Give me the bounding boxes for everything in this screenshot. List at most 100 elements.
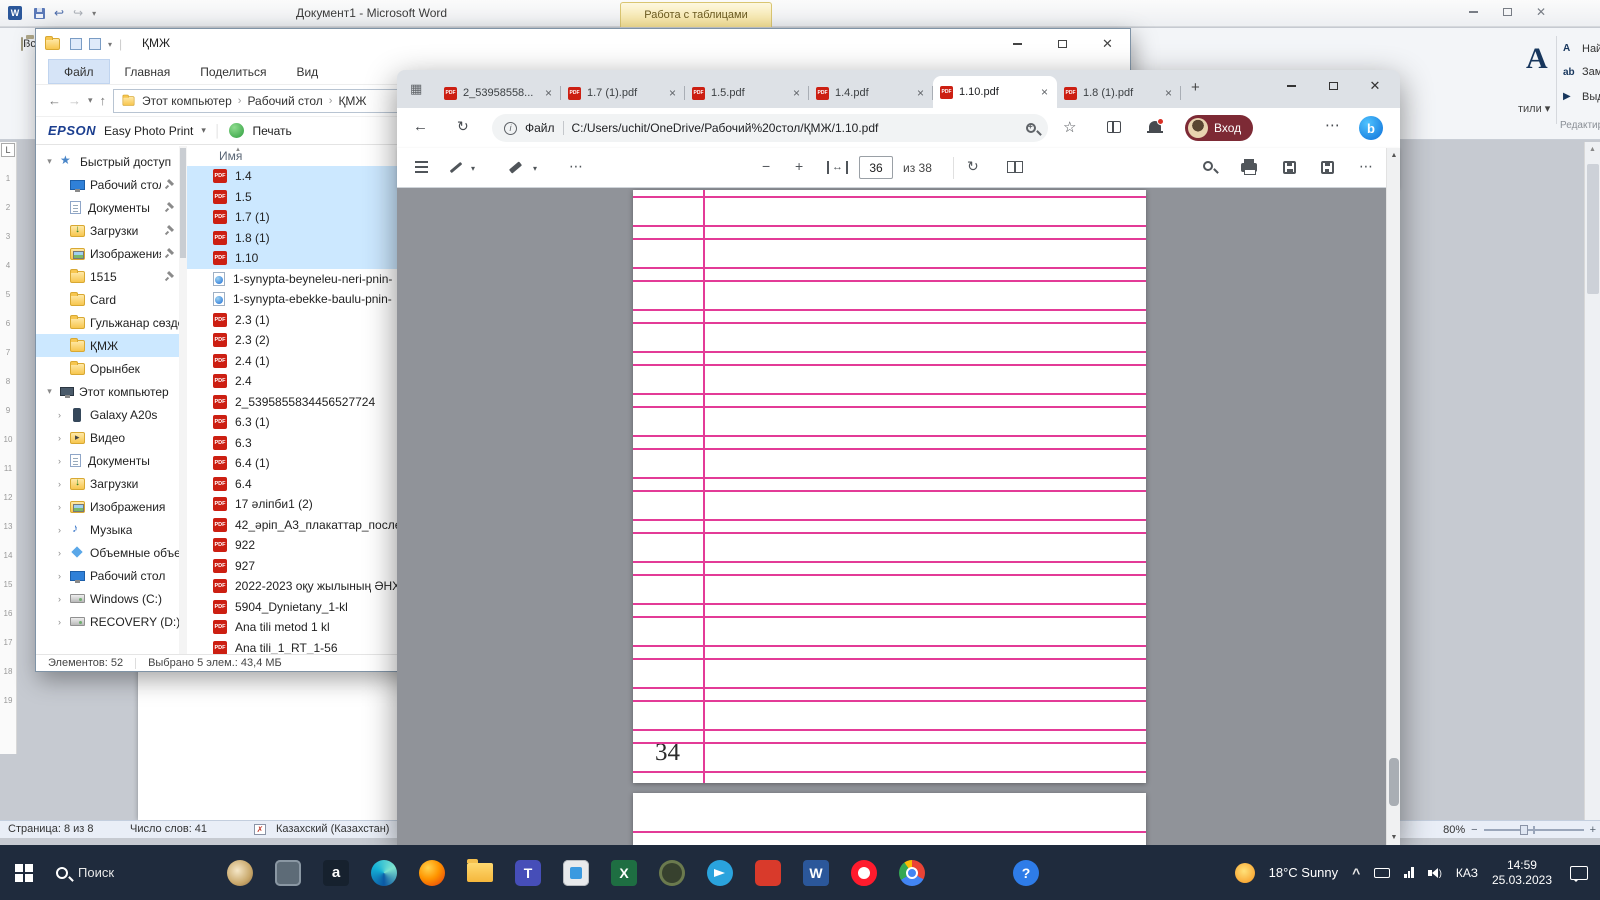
forward-icon[interactable]: → (68, 93, 81, 108)
sidebar-item[interactable]: Рабочий стол (36, 173, 187, 196)
settings-menu-icon[interactable]: ⋯ (1325, 116, 1341, 134)
word-scrollbar[interactable]: ▲ (1584, 142, 1600, 820)
hidden-icons-chevron[interactable]: ^ (1352, 865, 1360, 881)
info-icon[interactable]: i (504, 122, 517, 135)
start-button[interactable] (0, 845, 48, 900)
edge-minimize-button[interactable] (1270, 70, 1312, 102)
browser-tab[interactable]: 1.7 (1).pdf× (561, 78, 685, 108)
chevron-icon[interactable]: ▾ (44, 156, 55, 167)
fit-width-icon[interactable]: ↔ (827, 161, 848, 174)
clock[interactable]: 14:59 25.03.2023 (1492, 858, 1552, 888)
sidebar-item[interactable]: ›Музыка (36, 518, 187, 541)
save-as-icon[interactable] (1321, 161, 1334, 174)
word-maximize-button[interactable] (1492, 3, 1522, 21)
bing-icon[interactable]: b (1359, 116, 1383, 140)
weather-label[interactable]: 18°C Sunny (1269, 865, 1339, 880)
refresh-icon[interactable]: ↻ (457, 118, 469, 135)
browser-tab[interactable]: 1.4.pdf× (809, 78, 933, 108)
favorites-icon[interactable]: ☆ (1063, 118, 1076, 136)
sidebar-item[interactable]: Орынбек (36, 357, 187, 380)
shell-app-taskbar-button[interactable] (226, 853, 254, 893)
edge-browser-taskbar-button[interactable] (370, 853, 398, 893)
red-app-taskbar-button[interactable] (754, 853, 782, 893)
sidebar-item[interactable]: Гульжанар сөзде (36, 311, 187, 334)
word-taskbar-button[interactable]: W (802, 853, 830, 893)
collections-icon[interactable] (1107, 121, 1121, 133)
print-icon[interactable] (1241, 163, 1257, 172)
address-bar[interactable]: i Файл C:/Users/uchit/OneDrive/Рабочий%2… (492, 114, 1048, 142)
select-button[interactable]: ▶ Выделить ▾ (1563, 90, 1600, 103)
chevron-icon[interactable]: › (54, 456, 65, 466)
taskbar-search[interactable]: Поиск (48, 845, 134, 900)
scroll-up-icon[interactable]: ▲ (1387, 152, 1401, 159)
zoom-slider[interactable] (1484, 829, 1584, 831)
messenger-taskbar-button[interactable] (706, 853, 734, 893)
explorer-qat-icon[interactable] (89, 38, 101, 50)
word-scrollbar-thumb[interactable] (1587, 164, 1599, 294)
zoom-in-icon[interactable]: + (795, 158, 803, 174)
chevron-icon[interactable]: › (54, 479, 65, 489)
epson-product[interactable]: Easy Photo Print (104, 124, 193, 138)
tab-actions-icon[interactable]: ▦ (410, 81, 422, 97)
excel-taskbar-button[interactable]: X (610, 853, 638, 893)
sidebar-item[interactable]: ›Galaxy A20s (36, 403, 187, 426)
edge-maximize-button[interactable] (1312, 70, 1354, 102)
chevron-icon[interactable]: ▾ (44, 386, 55, 397)
replace-button[interactable]: ab Заменить (1563, 66, 1600, 78)
sidebar-scrollbar[interactable] (179, 146, 187, 654)
sidebar-item[interactable]: Изображения (36, 242, 187, 265)
file-explorer-taskbar-button[interactable] (466, 853, 494, 893)
more-options-icon[interactable]: ⋯ (1359, 158, 1374, 175)
up-icon[interactable]: ↑ (100, 93, 107, 108)
gray-app-taskbar-button[interactable] (274, 853, 302, 893)
breadcrumb-item[interactable]: Рабочий стол (247, 94, 322, 108)
sidebar-item[interactable]: 1515 (36, 265, 187, 288)
pdf-viewer[interactable]: 34 (397, 188, 1400, 845)
camera-app-taskbar-button[interactable] (658, 853, 686, 893)
explorer-titlebar[interactable]: ▾ | ҚМЖ ✕ (36, 29, 1130, 59)
word-minimize-button[interactable] (1458, 3, 1488, 21)
tab-close-icon[interactable]: × (915, 86, 926, 100)
menu-file[interactable]: Файл (48, 59, 110, 84)
sidebar-item[interactable]: ›Рабочий стол (36, 564, 187, 587)
sidebar-item[interactable]: ҚМЖ (36, 334, 187, 357)
history-dropdown-icon[interactable]: ▾ (88, 95, 93, 106)
search-icon[interactable] (1203, 161, 1213, 171)
redo-icon[interactable]: ↪ (73, 7, 83, 19)
browser-tab[interactable]: 1.5.pdf× (685, 78, 809, 108)
zoom-search-icon[interactable] (1026, 123, 1036, 133)
new-tab-button[interactable]: + (1191, 79, 1200, 96)
chevron-icon[interactable]: › (54, 525, 65, 535)
pen-dropdown-icon[interactable]: ▾ (471, 164, 475, 173)
photos-taskbar-button[interactable] (562, 853, 590, 893)
browser-tab[interactable]: 1.8 (1).pdf× (1057, 78, 1181, 108)
menu-share[interactable]: Поделиться (185, 59, 281, 84)
pdf-scrollbar[interactable]: ▲ ▼ (1386, 148, 1400, 845)
menu-view[interactable]: Вид (281, 59, 333, 84)
notifications-bell-icon[interactable] (1149, 121, 1161, 131)
epson-print-label[interactable]: Печать (252, 124, 291, 138)
profile-login-button[interactable]: Вход (1185, 115, 1253, 141)
sidebar-item[interactable]: ▾Этот компьютер (36, 380, 187, 403)
save-icon[interactable] (34, 8, 45, 19)
breadcrumb-item[interactable]: Этот компьютер (142, 94, 232, 108)
explorer-maximize-button[interactable] (1040, 29, 1085, 59)
word-language-status[interactable]: Казахский (Казахстан) (276, 823, 389, 835)
chevron-icon[interactable]: › (54, 548, 65, 558)
scroll-down-icon[interactable]: ▼ (1387, 834, 1401, 841)
word-page-status[interactable]: Страница: 8 из 8 (8, 823, 94, 835)
rotate-icon[interactable]: ↻ (967, 158, 979, 175)
highlighter-dropdown-icon[interactable]: ▾ (533, 164, 537, 173)
firefox-taskbar-button[interactable] (418, 853, 446, 893)
browser-tab[interactable]: 1.10.pdf× (933, 76, 1057, 108)
chevron-icon[interactable]: › (54, 502, 65, 512)
network-icon[interactable] (1404, 867, 1414, 878)
highlighter-icon[interactable] (509, 161, 522, 173)
volume-icon[interactable]: ) (1428, 868, 1442, 878)
teams-taskbar-button[interactable]: T (514, 853, 542, 893)
opera-taskbar-button[interactable] (850, 853, 878, 893)
tab-selector[interactable]: L (1, 143, 15, 157)
browser-tab[interactable]: 2_53958558...× (437, 78, 561, 108)
tab-close-icon[interactable]: × (791, 86, 802, 100)
help-taskbar-button[interactable]: ? (1012, 853, 1040, 893)
